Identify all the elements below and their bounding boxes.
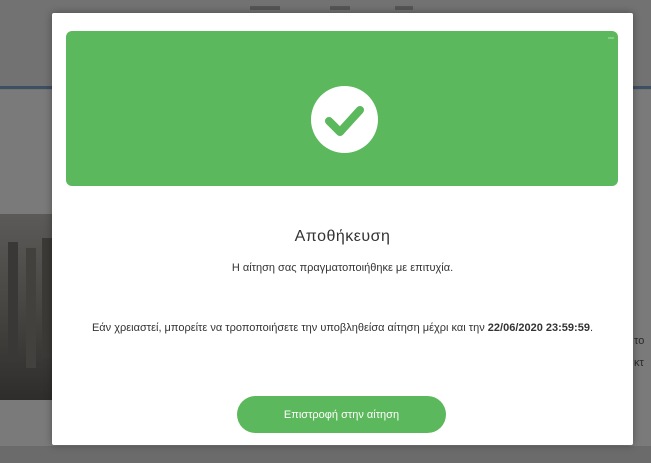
- background-nav-mark: [330, 6, 350, 10]
- success-banner: [66, 31, 618, 186]
- banner-corner-mark: [608, 37, 614, 39]
- info-end: .: [589, 322, 594, 334]
- background-text: το: [634, 335, 645, 347]
- check-circle-icon: [311, 86, 378, 153]
- return-to-application-button[interactable]: Επιστροφή στην αίτηση: [237, 396, 446, 433]
- background-text: κτ: [634, 357, 644, 369]
- background-photo: [0, 214, 56, 400]
- background-nav-mark: [395, 6, 413, 10]
- background-footer: [0, 446, 651, 463]
- deadline-value: 22/06/2020 23:59:59: [487, 322, 590, 334]
- info-text: Εάν χρειαστεί, μπορείτε να τροποποιήσετε…: [91, 322, 485, 334]
- success-modal: Αποθήκευση Η αίτηση σας πραγματοποιήθηκε…: [52, 13, 633, 445]
- modal-subtitle: Η αίτηση σας πραγματοποιήθηκε με επιτυχί…: [231, 262, 454, 274]
- background-nav-mark: [250, 6, 280, 10]
- modal-title: Αποθήκευση: [294, 228, 391, 245]
- modal-info-text: Εάν χρειαστεί, μπορείτε να τροποποιήσετε…: [60, 319, 625, 337]
